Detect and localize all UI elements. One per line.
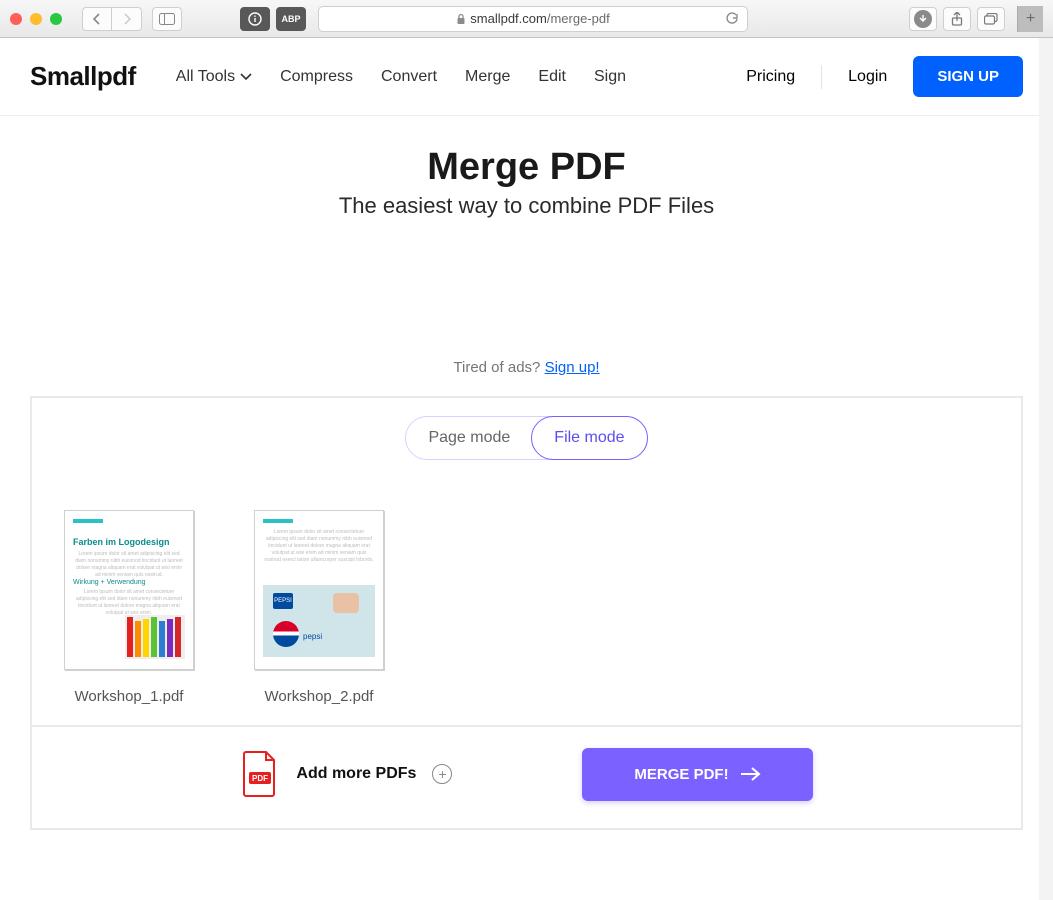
ad-prompt-text: Tired of ads? (453, 359, 544, 376)
page-title: Merge PDF (0, 146, 1053, 189)
main-nav: All Tools Compress Convert Merge Edit Si… (176, 68, 626, 86)
scrollbar[interactable] (1039, 38, 1053, 900)
arrow-right-icon (741, 767, 761, 781)
ad-signup-prompt: Tired of ads? Sign up! (0, 359, 1053, 376)
header-divider (821, 65, 822, 89)
nav-sign[interactable]: Sign (594, 68, 626, 86)
login-link[interactable]: Login (848, 68, 887, 86)
nav-merge[interactable]: Merge (465, 68, 510, 86)
file-tile[interactable]: Lorem ipsum dolor sit amet consectetuer … (254, 510, 384, 705)
thumb-image (125, 615, 185, 659)
merge-pdf-button[interactable]: MERGE PDF! (582, 748, 812, 801)
file-tile[interactable]: Farben im Logodesign Lorem ipsum dolor s… (64, 510, 194, 705)
header-right: Pricing Login SIGN UP (746, 56, 1023, 97)
downloads-button[interactable] (909, 7, 937, 31)
lock-icon (456, 13, 466, 25)
pricing-link[interactable]: Pricing (746, 68, 795, 86)
plus-icon: + (432, 764, 452, 784)
page-subtitle: The easiest way to combine PDF Files (0, 193, 1053, 219)
mode-pill-group: Page mode File mode (405, 416, 647, 460)
logo-text: Smallpdf (30, 61, 136, 91)
file-name: Workshop_1.pdf (64, 688, 194, 705)
right-browser-tools: + (909, 6, 1043, 32)
merge-panel: Page mode File mode Farben im Logodesign… (30, 396, 1023, 830)
window-controls (10, 13, 62, 25)
page-content: Smallpdf All Tools Compress Convert Merg… (0, 38, 1053, 900)
history-nav (82, 7, 142, 31)
url-domain: smallpdf.com (470, 11, 547, 26)
pdf-icon: PDF (240, 750, 280, 798)
privacy-report-button[interactable] (240, 7, 270, 31)
minimize-window-button[interactable] (30, 13, 42, 25)
file-thumbnail: Lorem ipsum dolor sit amet consectetuer … (254, 510, 384, 670)
url-path: /merge-pdf (547, 11, 610, 26)
thumb-subheading: Wirkung + Verwendung (73, 579, 146, 586)
nav-convert[interactable]: Convert (381, 68, 437, 86)
merge-button-label: MERGE PDF! (634, 766, 728, 783)
reload-button[interactable] (725, 12, 739, 26)
nav-compress[interactable]: Compress (280, 68, 353, 86)
smallpdf-logo[interactable]: Smallpdf (30, 61, 136, 92)
tabs-button[interactable] (977, 7, 1005, 31)
file-thumbnail: Farben im Logodesign Lorem ipsum dolor s… (64, 510, 194, 670)
nav-edit[interactable]: Edit (538, 68, 566, 86)
share-button[interactable] (943, 7, 971, 31)
svg-text:PDF: PDF (252, 774, 268, 783)
back-button[interactable] (82, 7, 112, 31)
thumb-image: PEPSI pepsi (263, 585, 375, 657)
thumb-heading: Farben im Logodesign (73, 537, 170, 547)
browser-toolbar: ABP smallpdf.com/merge-pdf + (0, 0, 1053, 38)
close-window-button[interactable] (10, 13, 22, 25)
app-header: Smallpdf All Tools Compress Convert Merg… (0, 38, 1053, 116)
nav-all-tools[interactable]: All Tools (176, 68, 252, 86)
new-tab-button[interactable]: + (1017, 6, 1043, 32)
signup-button[interactable]: SIGN UP (913, 56, 1023, 97)
file-name: Workshop_2.pdf (254, 688, 384, 705)
add-more-label: Add more PDFs (296, 765, 416, 783)
forward-button[interactable] (112, 7, 142, 31)
address-bar[interactable]: smallpdf.com/merge-pdf (318, 6, 748, 32)
panel-actions: PDF Add more PDFs + MERGE PDF! (32, 725, 1021, 821)
mode-toggle: Page mode File mode (32, 398, 1021, 460)
nav-all-tools-label: All Tools (176, 68, 235, 86)
file-mode-tab[interactable]: File mode (531, 416, 647, 460)
page-mode-tab[interactable]: Page mode (406, 417, 532, 459)
ad-signup-link[interactable]: Sign up! (545, 359, 600, 376)
chevron-down-icon (240, 73, 252, 81)
adblock-button[interactable]: ABP (276, 7, 306, 31)
hero: Merge PDF The easiest way to combine PDF… (0, 146, 1053, 219)
add-more-pdfs-button[interactable]: PDF Add more PDFs + (240, 750, 452, 798)
fullscreen-window-button[interactable] (50, 13, 62, 25)
files-row: Farben im Logodesign Lorem ipsum dolor s… (32, 460, 1021, 725)
sidebar-toggle-button[interactable] (152, 7, 182, 31)
